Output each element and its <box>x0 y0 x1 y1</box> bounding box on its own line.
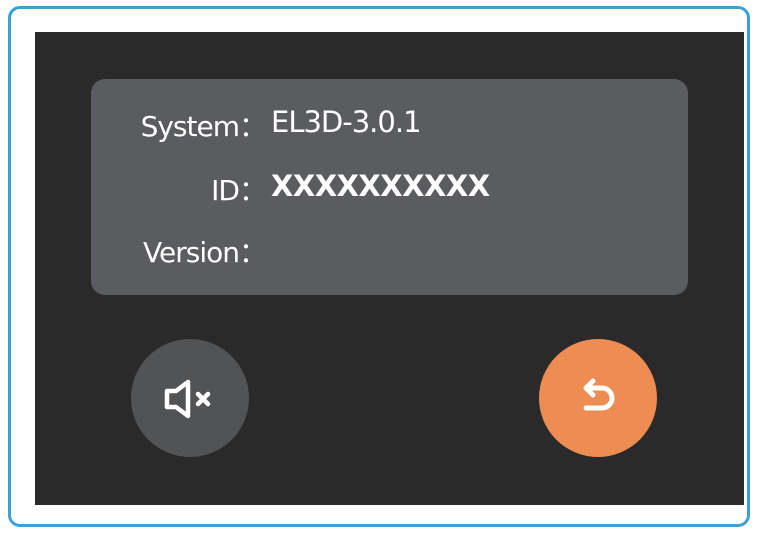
version-row: Version： <box>91 231 688 271</box>
info-panel: System： EL3D-3.0.1 ID： XXXXXXXXXX Versio… <box>91 79 688 295</box>
back-button[interactable] <box>539 339 657 457</box>
mute-button[interactable] <box>131 339 249 457</box>
system-value: EL3D-3.0.1 <box>271 105 422 139</box>
device-screen: System： EL3D-3.0.1 ID： XXXXXXXXXX Versio… <box>35 32 744 505</box>
speaker-mute-icon <box>164 379 211 419</box>
version-label: Version： <box>143 236 267 269</box>
id-row: ID： XXXXXXXXXX <box>91 169 688 209</box>
return-arrow-icon <box>583 378 615 411</box>
system-label: System： <box>140 110 267 143</box>
system-row: System： EL3D-3.0.1 <box>91 105 688 145</box>
id-value: XXXXXXXXXX <box>271 169 490 203</box>
id-label: ID： <box>211 174 267 207</box>
